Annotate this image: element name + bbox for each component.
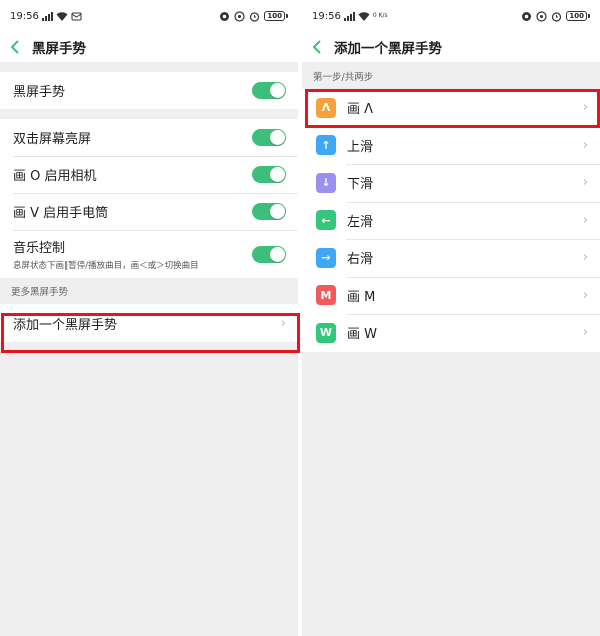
location-icon <box>220 11 230 21</box>
add-gesture-row[interactable]: 添加一个黑屏手势 › <box>0 304 298 342</box>
status-time: 19:56 <box>312 10 341 22</box>
row-label: 添加一个黑屏手势 <box>13 317 118 333</box>
draw-o-camera-toggle[interactable] <box>252 166 286 183</box>
gesture-settings-group: 双击屏幕亮屏 画 O 启用相机 画 V 启用手电筒 音乐控制 息屏状态下画‖暂停… <box>0 119 298 278</box>
battery-icon: 100 <box>566 11 590 21</box>
screen-black-screen-gestures: 19:56 100 黑屏手势 黑屏手势 双击屏幕亮屏 画 O 启用相机 画 V … <box>0 0 298 636</box>
row-label: 音乐控制 <box>13 241 66 256</box>
gesture-label: 左滑 <box>347 214 374 230</box>
arrow-down-icon: ↓ <box>316 172 336 193</box>
black-screen-gestures-toggle[interactable] <box>252 82 286 99</box>
chevron-left-icon <box>313 40 321 54</box>
back-button[interactable] <box>10 39 24 55</box>
draw-v-flashlight-toggle[interactable] <box>252 203 286 220</box>
chevron-right-icon: › <box>582 175 588 191</box>
page-header: 黑屏手势 <box>0 32 298 62</box>
alarm-icon <box>250 11 260 22</box>
gesture-list: Λ 画 Λ › ↑ 上滑 › ↓ 下滑 › ← 左滑 › → 右滑 › M 画 M › W 画 W › <box>302 89 600 352</box>
main-toggle-group: 黑屏手势 <box>0 72 298 109</box>
location-icon <box>522 11 532 21</box>
battery-icon: 100 <box>264 11 288 21</box>
more-gestures-section-label: 更多黑屏手势 <box>11 287 69 298</box>
gesture-label: 右滑 <box>347 252 374 268</box>
settings-icon <box>234 10 245 22</box>
gesture-label: 画 M <box>347 289 376 305</box>
gesture-row[interactable]: ← 左滑 › <box>302 201 600 240</box>
double-tap-wake-toggle[interactable] <box>252 129 286 146</box>
signal-icon <box>41 11 53 21</box>
gesture-row[interactable]: ↓ 下滑 › <box>302 164 600 202</box>
chevron-right-icon: › <box>582 212 588 228</box>
arrow-right-icon: → <box>316 247 336 268</box>
row-label: 画 V 启用手电筒 <box>13 206 109 221</box>
chevron-right-icon: › <box>582 287 588 303</box>
page-title: 添加一个黑屏手势 <box>334 41 442 57</box>
gesture-label: 画 Λ <box>347 102 374 118</box>
settings-icon <box>536 10 547 22</box>
double-tap-wake-row[interactable]: 双击屏幕亮屏 <box>0 119 298 156</box>
row-label: 双击屏幕亮屏 <box>13 132 92 147</box>
gesture-row[interactable]: ↑ 上滑 › <box>302 126 600 165</box>
gesture-row[interactable]: W 画 W › <box>302 314 600 352</box>
wifi-icon <box>56 11 68 21</box>
gesture-row[interactable]: Λ 画 Λ › <box>302 89 600 127</box>
battery-level: 100 <box>566 11 587 21</box>
chevron-right-icon: › <box>582 137 588 153</box>
network-speed: 0 K/s <box>372 12 388 19</box>
battery-level: 100 <box>264 11 285 21</box>
status-time: 19:56 <box>10 10 39 22</box>
chevron-right-icon: › <box>582 250 588 266</box>
chevron-right-icon: › <box>582 100 588 116</box>
chevron-left-icon <box>11 40 19 54</box>
gesture-label: 下滑 <box>347 177 374 193</box>
chevron-right-icon: › <box>582 325 588 341</box>
row-description: 息屏状态下画‖暂停/播放曲目，画＜或＞切换曲目 <box>13 261 199 271</box>
back-button[interactable] <box>312 39 326 55</box>
row-label: 画 O 启用相机 <box>13 169 97 184</box>
status-bar: 19:56 100 <box>0 0 298 32</box>
gesture-row[interactable]: M 画 M › <box>302 276 600 315</box>
arrow-left-icon: ← <box>316 210 336 231</box>
page-title: 黑屏手势 <box>32 41 86 57</box>
draw-caret-icon: Λ <box>316 97 336 118</box>
chevron-right-icon: › <box>280 315 286 331</box>
music-control-row[interactable]: 音乐控制 息屏状态下画‖暂停/播放曲目，画＜或＞切换曲目 <box>0 230 298 278</box>
gesture-label: 画 W <box>347 327 377 343</box>
step-label: 第一步/共两步 <box>313 71 374 83</box>
status-bar: 19:56 0 K/s 100 <box>302 0 600 32</box>
alarm-icon <box>552 11 562 22</box>
black-screen-gestures-row[interactable]: 黑屏手势 <box>0 72 298 109</box>
row-label: 黑屏手势 <box>13 85 66 100</box>
wifi-icon <box>358 11 370 21</box>
letter-w-icon: W <box>316 322 336 343</box>
letter-m-icon: M <box>316 285 336 306</box>
music-control-toggle[interactable] <box>252 245 286 263</box>
gesture-row[interactable]: → 右滑 › <box>302 239 600 277</box>
screen-add-gesture: 19:56 0 K/s 100 添加一个黑屏手势 第一步/共两步 Λ 画 Λ › ↑ 上… <box>302 0 600 636</box>
draw-v-flashlight-row[interactable]: 画 V 启用手电筒 <box>0 193 298 230</box>
signal-icon <box>343 11 355 21</box>
page-header: 添加一个黑屏手势 <box>302 32 600 62</box>
draw-o-camera-row[interactable]: 画 O 启用相机 <box>0 156 298 193</box>
gesture-label: 上滑 <box>347 139 374 155</box>
more-gestures-group: 添加一个黑屏手势 › <box>0 304 298 342</box>
arrow-up-icon: ↑ <box>316 135 336 156</box>
message-icon <box>71 12 82 20</box>
